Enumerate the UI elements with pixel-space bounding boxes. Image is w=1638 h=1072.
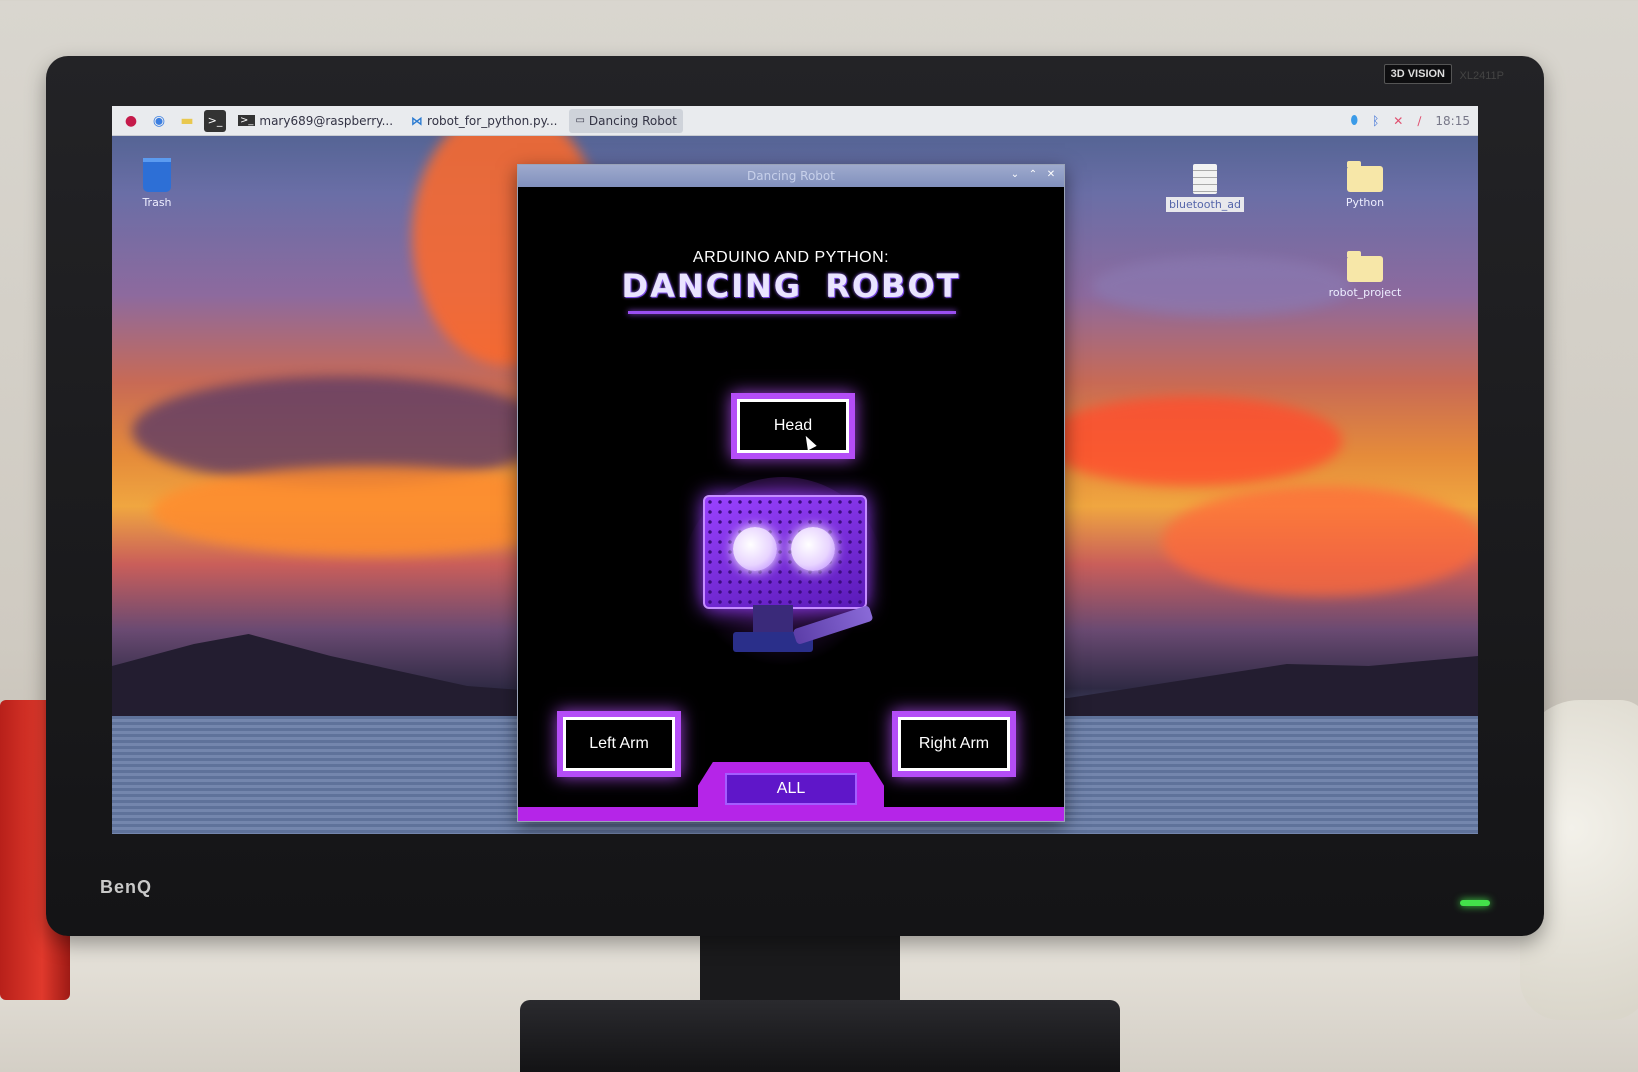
taskbar-vscode-window[interactable]: ⋈ robot_for_python.py... [405, 109, 563, 133]
taskbar-item-label: mary689@raspberry... [259, 113, 394, 128]
browser-icon[interactable]: ◉ [148, 110, 170, 132]
right-arm-button[interactable]: Right Arm [892, 711, 1016, 777]
robot-illustration [683, 477, 883, 667]
wallpaper-cloud [1042, 396, 1342, 486]
clock[interactable]: 18:15 [1435, 114, 1470, 128]
terminal-icon[interactable]: >_ [204, 109, 226, 132]
minimize-icon[interactable]: ⌄ [1008, 168, 1022, 182]
folder-icon [1347, 161, 1383, 192]
taskbar: ● ◉ ▬ >_ >_ mary689@raspberry... ⋈ robot… [112, 106, 1478, 136]
benq-logo: BenQ [100, 877, 153, 897]
desktop-icon-bluetooth-ad[interactable]: bluetooth_ad [1160, 164, 1250, 212]
volume-icon[interactable]: ∕ [1417, 114, 1421, 128]
head-button[interactable]: Head [731, 393, 855, 459]
desktop-icon-trash[interactable]: Trash [112, 158, 202, 209]
trash-icon [143, 158, 171, 192]
terminal-icon: >_ [238, 115, 256, 126]
3d-vision-badge: 3D VISION [1383, 64, 1452, 84]
left-arm-button[interactable]: Left Arm [557, 711, 681, 777]
heading-underline [628, 311, 956, 314]
window-icon: ▭ [575, 115, 585, 126]
bluetooth-icon[interactable]: ᛒ [1372, 114, 1379, 128]
monitor-model: XL2411P [1459, 70, 1504, 82]
monitor-stand-base [520, 1000, 1120, 1072]
robot-head [703, 495, 867, 609]
app-heading: DANCING ROBOT [621, 267, 961, 305]
desktop-icon-robot-project[interactable]: robot_project [1320, 251, 1410, 299]
window-title: Dancing Robot [747, 169, 835, 183]
app-body: ARDUINO AND PYTHON: DANCING ROBOT Head L… [518, 187, 1064, 821]
desktop-icon-python[interactable]: Python [1320, 161, 1410, 209]
all-button[interactable]: ALL [725, 773, 857, 805]
vscode-icon: ⋈ [411, 113, 424, 128]
folder-icon[interactable]: ▬ [176, 110, 198, 132]
folder-icon [1347, 251, 1383, 282]
robot-neck [753, 605, 793, 635]
wallpaper-cloud [1092, 256, 1352, 316]
monitor: 3D VISION XL2411P BenQ ● ◉ ▬ >_ >_ mary6… [46, 56, 1544, 936]
power-led [1460, 900, 1490, 906]
raspberry-badge-icon[interactable]: ⬮ [1351, 113, 1359, 128]
desktop-icon-label: bluetooth_ad [1165, 197, 1245, 212]
close-icon[interactable]: ✕ [1044, 168, 1058, 182]
wallpaper-cloud [1162, 486, 1478, 596]
maximize-icon[interactable]: ⌃ [1026, 168, 1040, 182]
file-icon [1193, 164, 1217, 194]
raspberry-menu-icon[interactable]: ● [120, 110, 142, 132]
desktop-icon-label: Trash [142, 196, 172, 209]
network-off-icon[interactable]: ✕ [1393, 114, 1403, 128]
taskbar-item-label: Dancing Robot [588, 113, 677, 128]
app-subtitle: ARDUINO AND PYTHON: [692, 249, 890, 266]
taskbar-item-label: robot_for_python.py... [427, 113, 558, 128]
window-controls: ⌄ ⌃ ✕ [1008, 168, 1058, 182]
taskbar-dancing-robot-window[interactable]: ▭ Dancing Robot [569, 108, 683, 133]
system-tray: ⬮ ᛒ ✕ ∕ 18:15 [1351, 113, 1470, 128]
desktop-icon-label: Python [1345, 196, 1385, 209]
dancing-robot-window: Dancing Robot ⌄ ⌃ ✕ ARDUINO AND PYTHON: … [517, 164, 1065, 822]
robot-left-eye [733, 527, 777, 571]
robot-right-eye [791, 527, 835, 571]
desktop-icon-label: robot_project [1328, 286, 1402, 299]
screen: ● ◉ ▬ >_ >_ mary689@raspberry... ⋈ robot… [112, 106, 1478, 834]
window-titlebar[interactable]: Dancing Robot ⌄ ⌃ ✕ [518, 165, 1064, 187]
taskbar-terminal-window[interactable]: >_ mary689@raspberry... [232, 109, 399, 133]
